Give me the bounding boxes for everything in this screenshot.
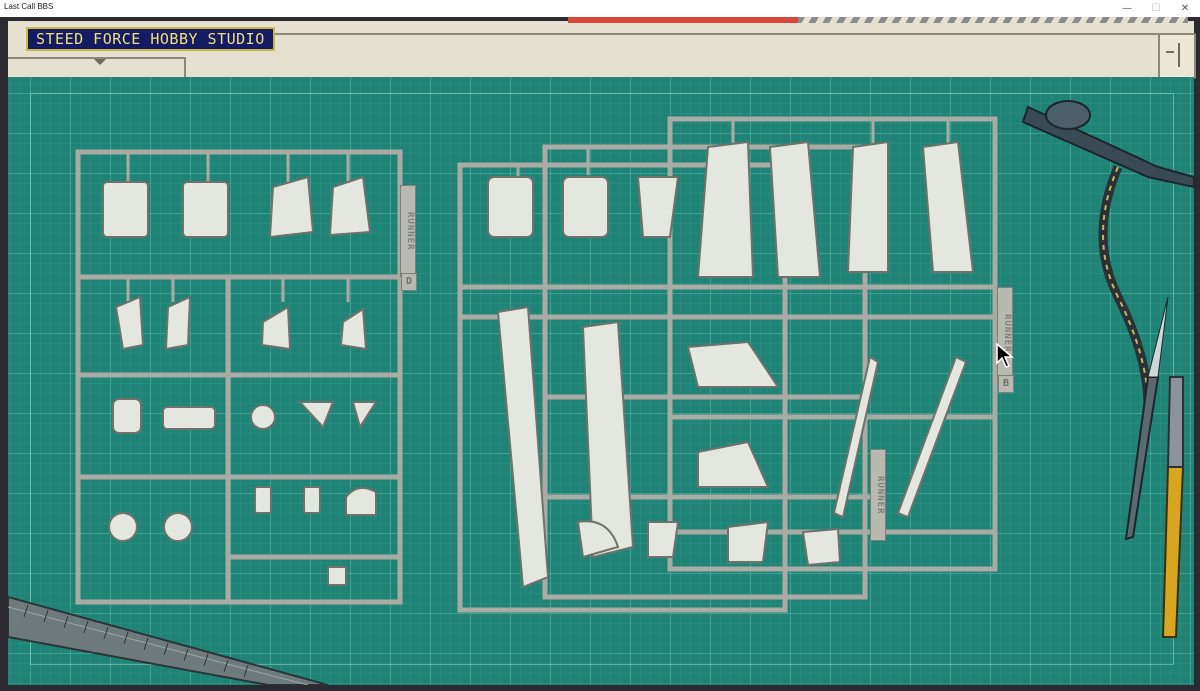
part-d6 xyxy=(164,295,192,351)
part-b8 xyxy=(496,305,550,589)
part-d18 xyxy=(345,487,377,516)
runner-c-tag: RUNNER xyxy=(870,449,886,541)
part-d10 xyxy=(162,406,216,430)
part-b16 xyxy=(727,520,770,563)
part-d2 xyxy=(182,181,229,238)
runner-b-letter: B xyxy=(998,375,1014,393)
part-d15 xyxy=(163,512,193,542)
part-b10 xyxy=(686,340,780,388)
runner-d-tag: RUNNER xyxy=(400,185,416,277)
part-b17 xyxy=(801,527,842,567)
part-b11 xyxy=(697,440,770,488)
part-d17 xyxy=(303,486,321,514)
part-b7 xyxy=(921,140,975,273)
part-d3 xyxy=(268,175,315,239)
part-d11 xyxy=(250,404,276,430)
arrow-cursor-icon xyxy=(996,343,1014,368)
part-d19 xyxy=(327,566,347,586)
part-d8 xyxy=(339,307,368,351)
model-kit-runners xyxy=(75,116,998,613)
part-d5 xyxy=(114,295,145,351)
minimize-button[interactable]: — xyxy=(1112,0,1142,17)
close-button[interactable]: ✕ xyxy=(1170,0,1200,17)
part-b13 xyxy=(896,355,968,519)
menu-toggle-button[interactable] xyxy=(1158,33,1196,79)
part-b1 xyxy=(487,176,534,238)
part-b3 xyxy=(636,176,680,238)
part-d14 xyxy=(108,512,138,542)
runner-d-letter: D xyxy=(401,273,417,291)
part-b15 xyxy=(647,521,680,558)
part-b2 xyxy=(562,176,609,238)
menu-toggle-icon xyxy=(1166,51,1174,53)
part-b5 xyxy=(768,140,822,278)
part-d9 xyxy=(112,398,142,434)
part-d7 xyxy=(260,305,292,351)
part-b6 xyxy=(846,140,889,273)
window-titlebar[interactable]: Last Call BBS — ☐ ✕ xyxy=(0,0,1200,18)
game-frame: STEED FORCE HOBBY STUDIO RUNNER D RUNNER… xyxy=(0,17,1200,691)
dropdown-arrow-icon[interactable] xyxy=(94,59,106,65)
cutting-mat: RUNNER D RUNNER B RUNNER xyxy=(8,77,1194,685)
studio-title: STEED FORCE HOBBY STUDIO xyxy=(26,27,275,51)
window-title: Last Call BBS xyxy=(4,2,54,11)
studio-header: STEED FORCE HOBBY STUDIO xyxy=(8,17,1196,79)
part-b4 xyxy=(696,140,755,278)
part-d1 xyxy=(102,181,149,238)
maximize-button[interactable]: ☐ xyxy=(1141,0,1171,17)
header-rule xyxy=(184,21,1184,35)
part-d16 xyxy=(254,486,272,514)
part-d13 xyxy=(351,401,378,430)
part-d4 xyxy=(328,175,372,237)
part-d12 xyxy=(297,401,335,429)
menu-divider-icon xyxy=(1178,43,1180,67)
